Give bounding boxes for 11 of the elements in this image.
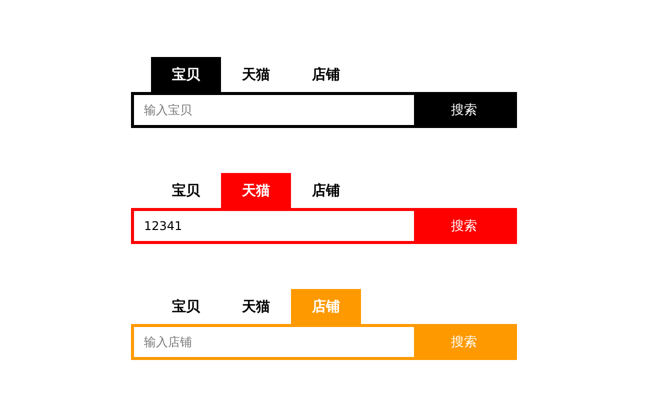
search-tab[interactable]: 宝贝 <box>151 289 221 324</box>
search-tab[interactable]: 天猫 <box>221 57 291 92</box>
search-tab[interactable]: 天猫 <box>221 289 291 324</box>
search-field[interactable]: 输入宝贝 <box>134 95 414 125</box>
search-tab[interactable]: 天猫 <box>221 173 291 208</box>
search-field[interactable]: 输入店铺 <box>134 327 414 357</box>
search-tab[interactable]: 宝贝 <box>151 57 221 92</box>
search-tab[interactable]: 店铺 <box>291 57 361 92</box>
search-field[interactable]: 12341 <box>134 211 414 241</box>
search-tab[interactable]: 宝贝 <box>151 173 221 208</box>
search-tab[interactable]: 店铺 <box>291 173 361 208</box>
